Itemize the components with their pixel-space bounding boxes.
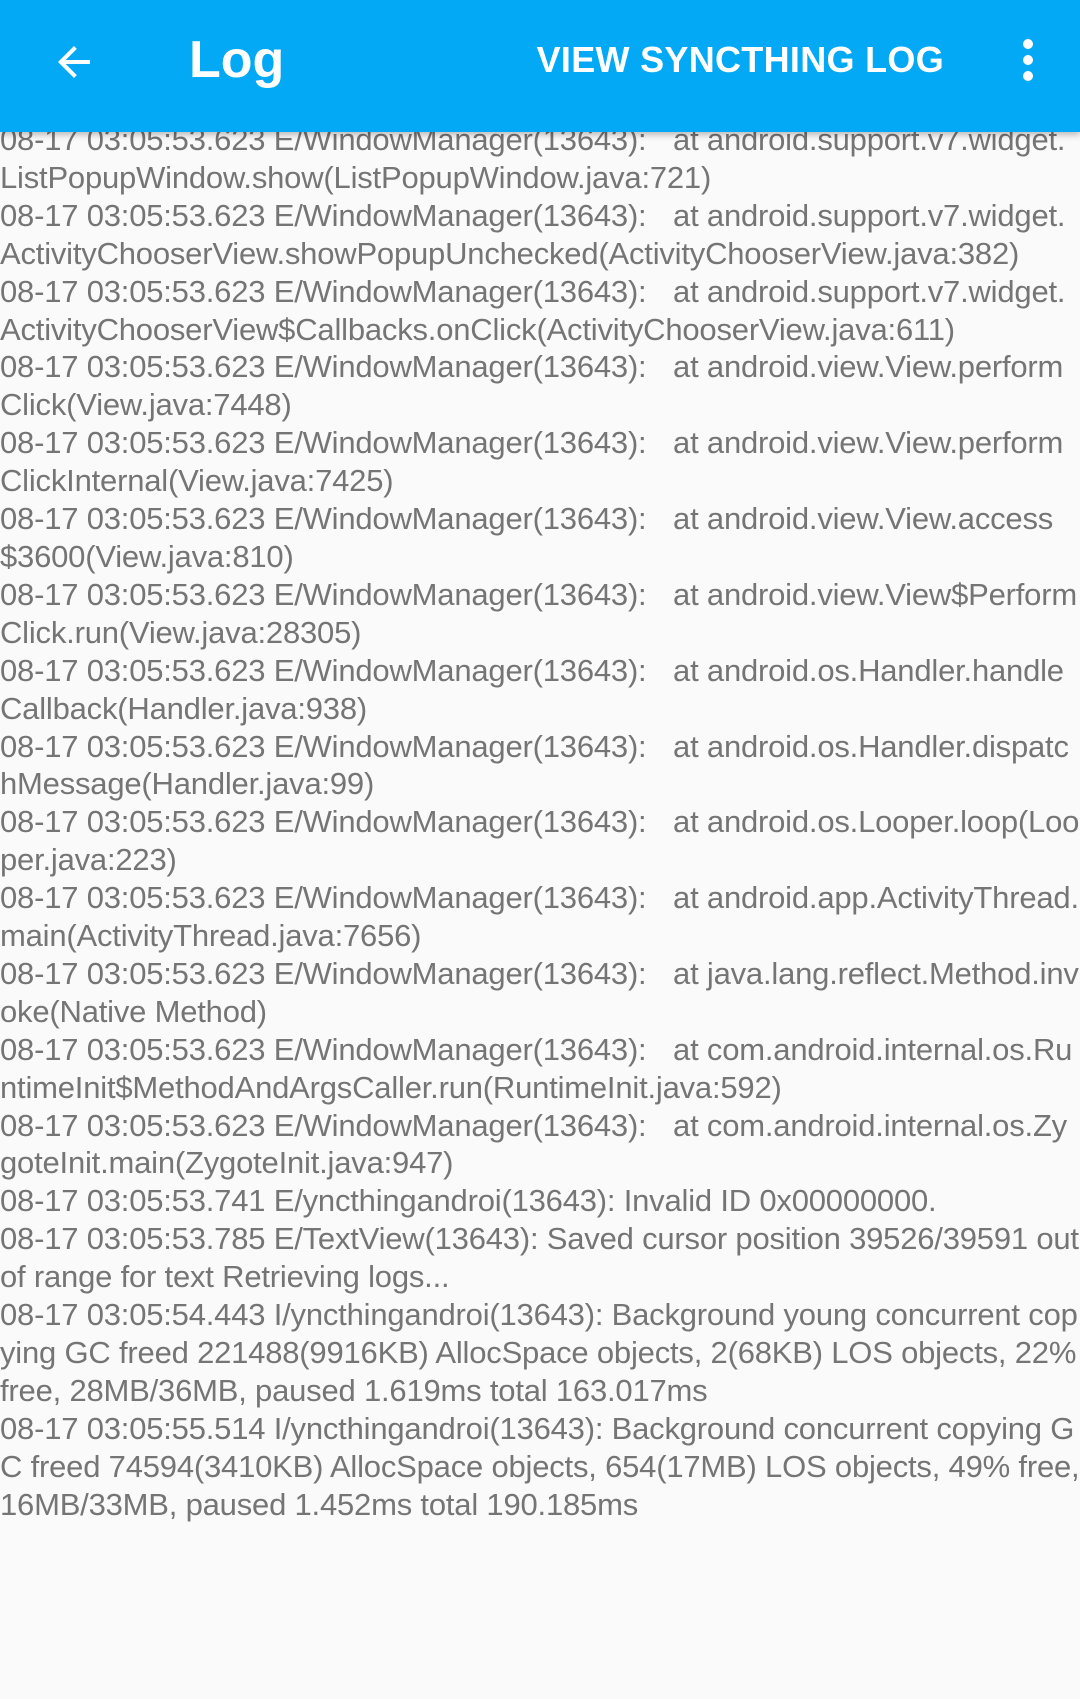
- back-button[interactable]: [38, 26, 110, 98]
- arrow-back-icon: [50, 38, 98, 86]
- overflow-menu-button[interactable]: [1004, 30, 1052, 90]
- app-toolbar: Log VIEW SYNCTHING LOG: [0, 0, 1080, 132]
- log-text: 08-17 03:05:53.623 E/WindowManager(13643…: [0, 122, 1080, 1522]
- page-title: Log: [189, 31, 285, 89]
- log-scroll-view[interactable]: 08-17 03:05:53.623 E/WindowManager(13643…: [0, 121, 1080, 1699]
- more-vert-icon: [1020, 38, 1036, 82]
- view-syncthing-log-button[interactable]: VIEW SYNCTHING LOG: [537, 36, 944, 84]
- log-screen: Log VIEW SYNCTHING LOG 08-17 03:05:53.62…: [0, 0, 1080, 1699]
